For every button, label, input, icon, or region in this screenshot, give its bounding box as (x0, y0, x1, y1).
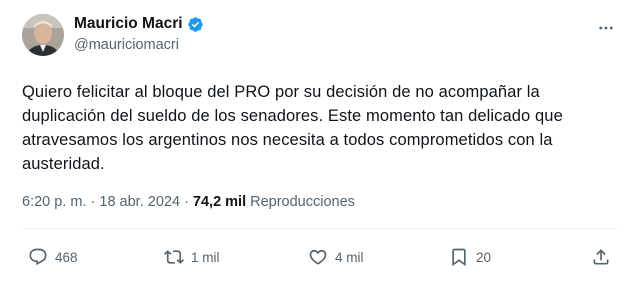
author-handle[interactable]: @mauriciomacri (74, 37, 179, 53)
tweet-date[interactable]: 18 abr. 2024 (99, 194, 180, 210)
reply-count: 468 (55, 249, 78, 265)
tweet-card: Mauricio Macri @mauriciomacri Quiero fel… (0, 0, 640, 286)
share-icon (593, 249, 609, 265)
heart-icon (309, 249, 327, 265)
bookmark-count: 20 (476, 249, 492, 265)
reply-button[interactable]: 468 (28, 244, 78, 270)
views-count: 74,2 mil (192, 194, 247, 210)
retweet-count: 1 mil (191, 249, 220, 265)
tweet-time[interactable]: 6:20 p. m. (22, 194, 86, 210)
retweet-icon (164, 250, 184, 264)
verified-badge-icon (187, 16, 204, 33)
bookmark-button[interactable]: 20 (449, 244, 491, 270)
divider (22, 228, 618, 229)
like-count: 4 mil (335, 249, 364, 265)
share-button[interactable] (591, 244, 611, 270)
author-display-name[interactable]: Mauricio Macri (74, 15, 183, 33)
author-name-row: Mauricio Macri (74, 15, 204, 33)
action-bar: 468 1 mil 4 mil 20 (22, 244, 618, 272)
bookmark-icon (452, 248, 466, 267)
avatar-image (22, 14, 64, 56)
more-dots-icon (599, 26, 613, 30)
avatar[interactable] (22, 14, 64, 56)
like-button[interactable]: 4 mil (308, 244, 364, 270)
meta-separator: · (90, 194, 96, 210)
retweet-button[interactable]: 1 mil (164, 244, 220, 270)
views-label: Reproducciones (250, 194, 355, 210)
reply-icon (29, 248, 47, 266)
tweet-meta: 6:20 p. m. · 18 abr. 2024 · 74,2 mil Rep… (22, 194, 355, 210)
meta-separator: · (184, 194, 189, 210)
more-options-button[interactable] (596, 18, 616, 38)
tweet-text: Quiero felicitar al bloque del PRO por s… (22, 83, 563, 173)
